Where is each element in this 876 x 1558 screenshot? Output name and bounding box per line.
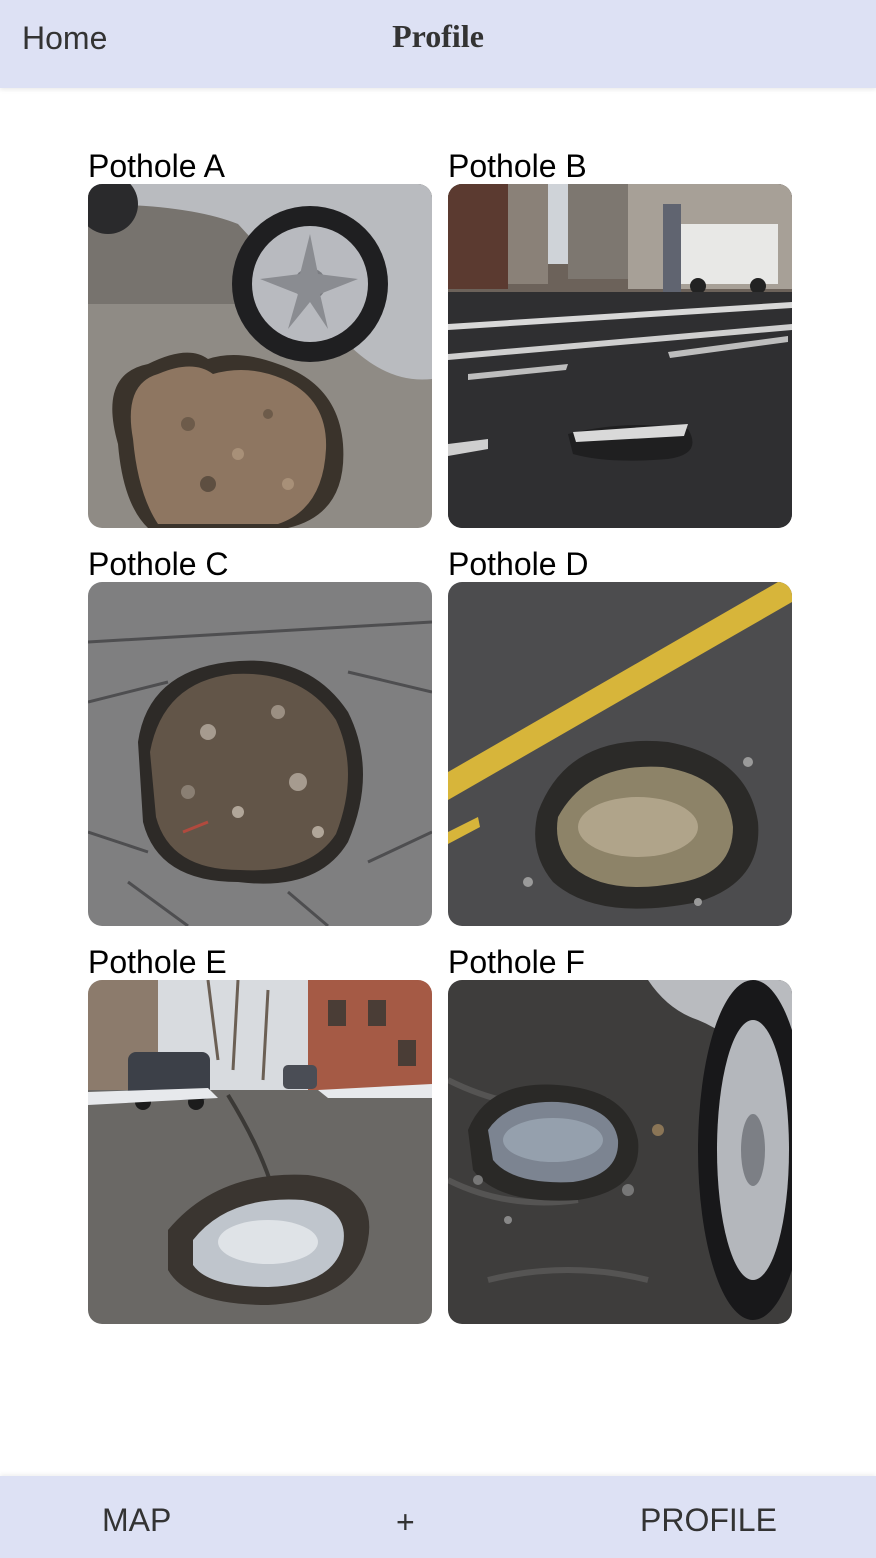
pothole-card[interactable]: Pothole C xyxy=(88,546,432,926)
page-title: Profile xyxy=(392,18,484,54)
profile-tab[interactable]: PROFILE xyxy=(640,1502,777,1539)
pothole-label: Pothole B xyxy=(448,148,587,184)
pothole-photo[interactable] xyxy=(448,980,792,1324)
pothole-card[interactable]: Pothole A xyxy=(88,148,432,528)
pothole-photo[interactable] xyxy=(88,980,432,1324)
pothole-label: Pothole E xyxy=(88,944,227,980)
pothole-label: Pothole C xyxy=(88,546,229,582)
top-app-bar: Home Profile xyxy=(0,0,876,88)
pothole-grid: Pothole A Pothole B Pothole C Pothole D … xyxy=(88,148,792,1324)
pothole-card[interactable]: Pothole E xyxy=(88,944,432,1324)
pothole-label: Pothole A xyxy=(88,148,225,184)
pothole-card[interactable]: Pothole F xyxy=(448,944,792,1324)
pothole-photo[interactable] xyxy=(88,184,432,528)
pothole-photo[interactable] xyxy=(88,582,432,926)
home-link[interactable]: Home xyxy=(22,20,107,57)
pothole-photo[interactable] xyxy=(448,582,792,926)
pothole-photo[interactable] xyxy=(448,184,792,528)
add-pothole-button[interactable]: + xyxy=(396,1504,415,1541)
pothole-card[interactable]: Pothole B xyxy=(448,148,792,528)
pothole-label: Pothole F xyxy=(448,944,585,980)
pothole-card[interactable]: Pothole D xyxy=(448,546,792,926)
map-tab[interactable]: MAP xyxy=(102,1502,171,1539)
bottom-navigation: MAP + PROFILE xyxy=(0,1476,876,1558)
pothole-label: Pothole D xyxy=(448,546,589,582)
